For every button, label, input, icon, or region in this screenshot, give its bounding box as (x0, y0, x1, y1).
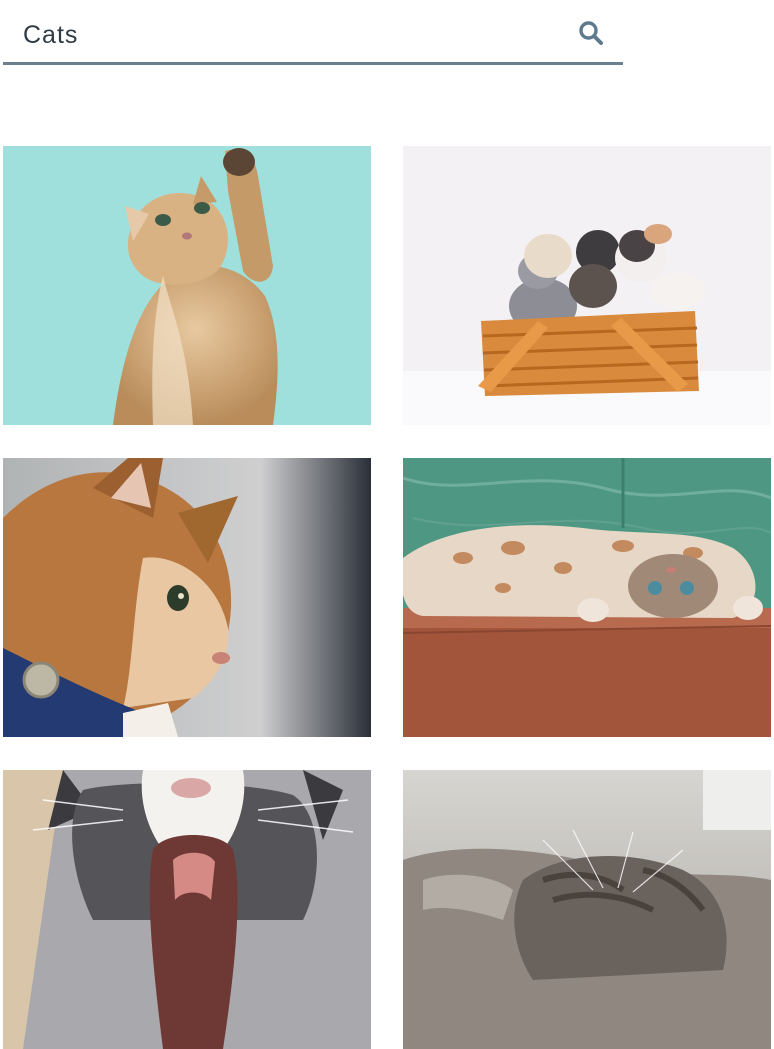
image-result-1[interactable] (3, 146, 371, 425)
image-result-4[interactable] (403, 458, 771, 737)
kitten-reaching-paw-icon (3, 146, 371, 425)
kittens-in-basket-icon (403, 146, 771, 425)
image-result-5[interactable] (3, 770, 371, 1049)
cat-yawning-icon (3, 770, 371, 1049)
image-results-grid (0, 0, 774, 1049)
ginger-cat-blue-collar-icon (3, 458, 371, 737)
image-result-2[interactable] (403, 146, 771, 425)
image-result-6[interactable] (403, 770, 771, 1049)
cat-lying-upside-down-icon (403, 458, 771, 737)
tabby-cat-resting-icon (403, 770, 771, 1049)
image-result-3[interactable] (3, 458, 371, 737)
